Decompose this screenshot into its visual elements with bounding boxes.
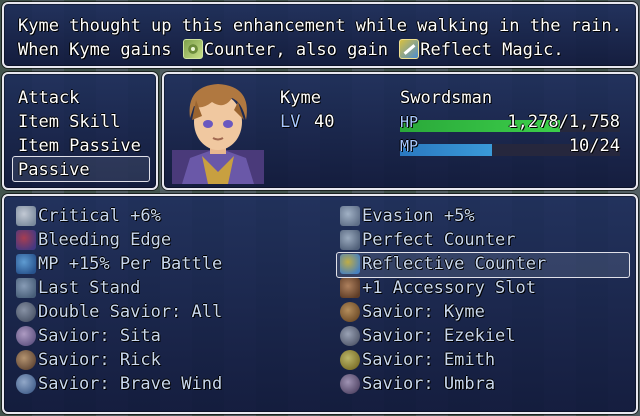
skill-item[interactable]: +1 Accessory Slot — [340, 276, 630, 300]
skill-label: Savior: Sita — [38, 326, 161, 346]
reflect-magic-icon — [340, 254, 360, 274]
reflect-magic-icon — [399, 39, 420, 59]
skill-item[interactable]: Evasion +5% — [340, 204, 630, 228]
skill-label: Evasion +5% — [362, 206, 475, 226]
shield-stand-icon — [16, 278, 36, 298]
skill-label: Savior: Rick — [38, 350, 161, 370]
counter-icon — [182, 39, 203, 59]
help-line-2-mid: , also gain — [275, 40, 399, 60]
skill-label: Savior: Brave Wind — [38, 374, 223, 394]
actor-level: 40 — [314, 112, 335, 132]
skill-label: Reflective Counter — [362, 254, 547, 274]
accessory-icon — [340, 278, 360, 298]
skill-label: MP +15% Per Battle — [38, 254, 223, 274]
skill-item[interactable]: Savior: Ezekiel — [340, 324, 630, 348]
help-window: Kyme thought up this enhancement while w… — [2, 2, 638, 68]
help-counter-label: Counter — [203, 40, 276, 60]
skill-label: +1 Accessory Slot — [362, 278, 536, 298]
skill-item[interactable]: Bleeding Edge — [16, 228, 306, 252]
skill-item[interactable]: MP +15% Per Battle — [16, 252, 306, 276]
actor-name: Kyme — [280, 88, 321, 108]
skill-item[interactable]: Savior: Kyme — [340, 300, 630, 324]
help-line-2-suffix: . — [553, 40, 564, 60]
skill-item[interactable]: Savior: Emith — [340, 348, 630, 372]
skill-label: Perfect Counter — [362, 230, 516, 250]
skill-item[interactable]: Savior: Brave Wind — [16, 372, 306, 396]
character-portrait — [172, 80, 264, 184]
mana-crystal-icon — [16, 254, 36, 274]
skill-item[interactable]: Savior: Rick — [16, 348, 306, 372]
skill-label: Savior: Kyme — [362, 302, 485, 322]
skill-item[interactable]: Savior: Sita — [16, 324, 306, 348]
counter-icon — [340, 230, 360, 250]
command-item-passive[interactable]: Item Passive — [18, 134, 141, 158]
help-line-2: When Kyme gains Counter, also gain Refle… — [18, 38, 564, 62]
command-window: Attack Item Skill Item Passive Passive — [2, 72, 158, 190]
skill-label: Savior: Emith — [362, 350, 496, 370]
passive-skill-list: Critical +6% Bleeding Edge MP +15% Per Bat… — [2, 194, 638, 414]
savior-emith-icon — [340, 350, 360, 370]
help-reflect-label: Reflect Magic — [420, 40, 554, 60]
command-attack[interactable]: Attack — [18, 86, 79, 110]
skill-label: Double Savior: All — [38, 302, 223, 322]
command-passive[interactable]: Passive — [18, 158, 90, 182]
skill-item[interactable]: Savior: Umbra — [340, 372, 630, 396]
skill-label: Savior: Ezekiel — [362, 326, 516, 346]
help-line-2-prefix: When Kyme gains — [18, 40, 182, 60]
evasion-icon — [340, 206, 360, 226]
blood-blade-icon — [16, 230, 36, 250]
status-window: Kyme LV 40 Swordsman HP 1,278/1,758 MP 1… — [162, 72, 638, 190]
mp-value: 10/24 — [568, 136, 620, 156]
savior-sita-icon — [16, 326, 36, 346]
skill-item[interactable]: Double Savior: All — [16, 300, 306, 324]
skill-label: Last Stand — [38, 278, 141, 298]
savior-umbra-icon — [340, 374, 360, 394]
savior-ezekiel-icon — [340, 326, 360, 346]
skill-label: Bleeding Edge — [38, 230, 172, 250]
star-burst-icon — [16, 206, 36, 226]
help-line-1: Kyme thought up this enhancement while w… — [18, 16, 622, 36]
skill-item[interactable]: Perfect Counter — [340, 228, 630, 252]
skill-item[interactable]: Critical +6% — [16, 204, 306, 228]
skill-label: Savior: Umbra — [362, 374, 496, 394]
hp-value: 1,278/1,758 — [507, 112, 620, 132]
savior-brave-wind-icon — [16, 374, 36, 394]
savior-icon — [16, 302, 36, 322]
skill-item[interactable]: Reflective Counter — [340, 252, 630, 276]
command-item-skill[interactable]: Item Skill — [18, 110, 120, 134]
savior-kyme-icon — [340, 302, 360, 322]
skill-label: Critical +6% — [38, 206, 161, 226]
actor-class: Swordsman — [400, 88, 493, 108]
skill-item[interactable]: Last Stand — [16, 276, 306, 300]
actor-level-label: LV — [280, 112, 301, 132]
savior-rick-icon — [16, 350, 36, 370]
